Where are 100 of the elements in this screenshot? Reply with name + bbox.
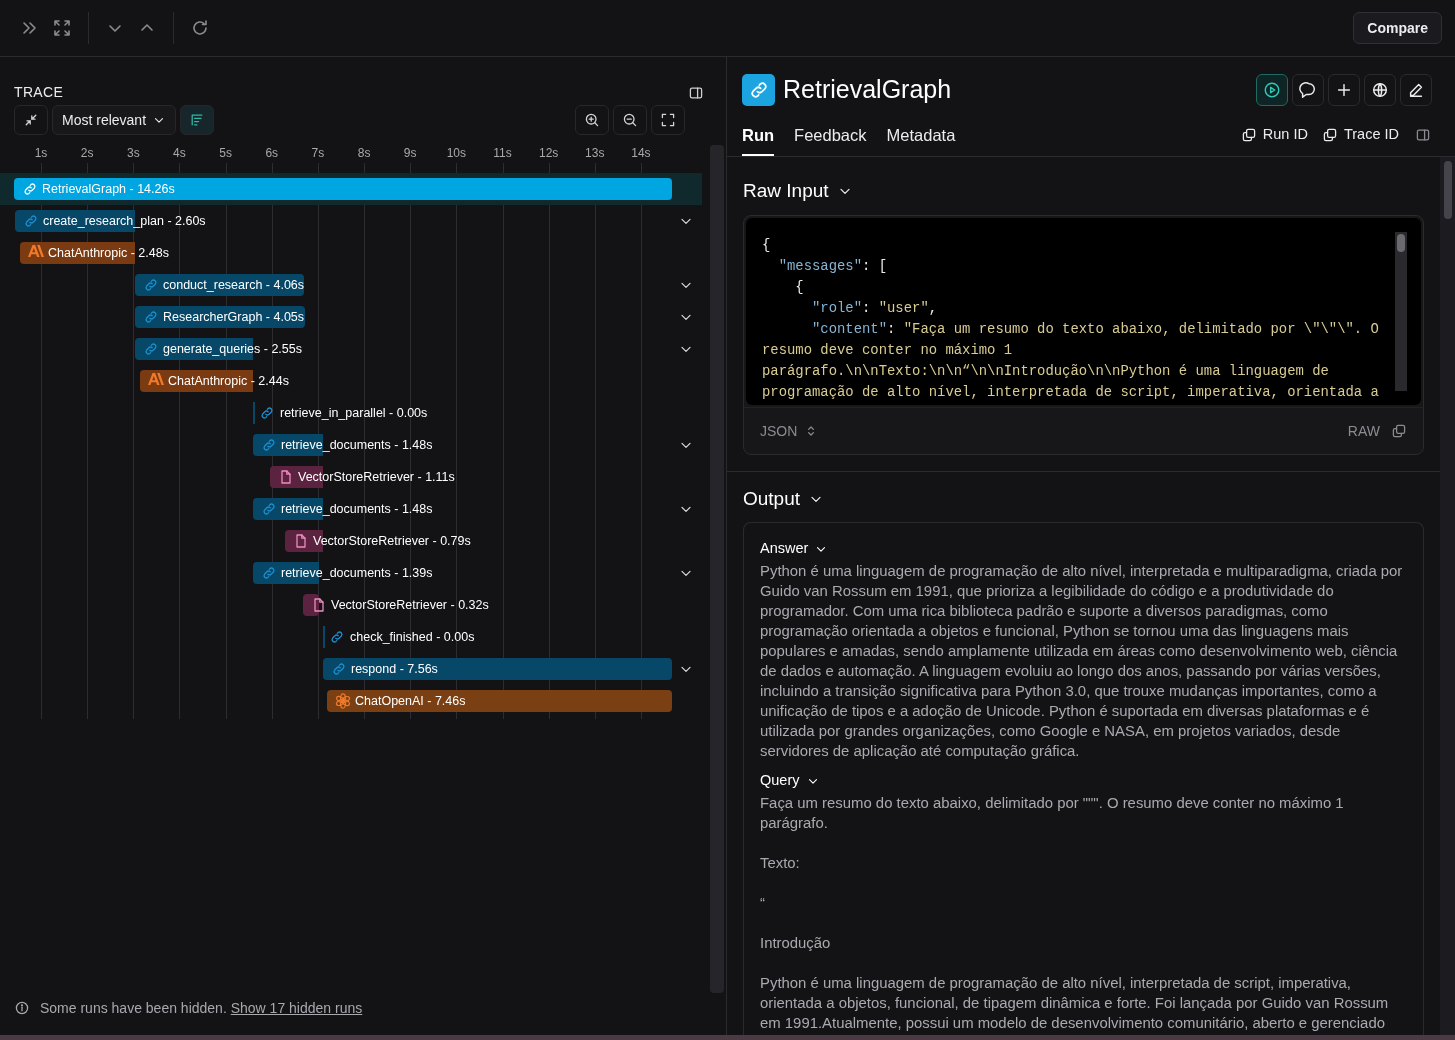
openai-logo-icon bbox=[335, 693, 351, 709]
span-label: check_finished - 0.00s bbox=[350, 629, 475, 646]
span-label: generate_queries - 2.55s bbox=[163, 338, 302, 360]
span-label: retrieve_documents - 1.48s bbox=[281, 498, 433, 520]
run-button[interactable] bbox=[1256, 73, 1288, 106]
time-tick-label: 7s bbox=[311, 145, 325, 162]
edit-button[interactable] bbox=[1400, 73, 1432, 106]
link-icon bbox=[143, 341, 159, 357]
link-icon bbox=[261, 501, 277, 517]
code-line: "role": "user", bbox=[811, 299, 939, 318]
info-icon bbox=[14, 1000, 30, 1016]
add-button[interactable] bbox=[1328, 73, 1360, 106]
section-heading: Raw Input bbox=[743, 178, 829, 203]
span-bar bbox=[253, 562, 281, 584]
time-tick-label: 9s bbox=[403, 145, 417, 162]
tab[interactable]: Metadata bbox=[886, 121, 956, 156]
span-label: retrieve_in_parallel - 0.00s bbox=[280, 405, 428, 422]
output-text: “ bbox=[760, 894, 766, 913]
time-tick-label: 4s bbox=[173, 145, 186, 162]
trace-row[interactable]: create_research_plan - 2.60s bbox=[0, 205, 702, 237]
document-icon bbox=[311, 597, 327, 613]
trace-row[interactable]: ChatAnthropic - 2.48s bbox=[0, 237, 702, 269]
scrollbar-thumb[interactable] bbox=[1397, 234, 1405, 252]
field-heading[interactable]: Answer bbox=[760, 537, 829, 561]
time-tick-label: 1s bbox=[34, 145, 48, 162]
field-heading[interactable]: Query bbox=[760, 769, 820, 793]
time-tick-label: 5s bbox=[219, 145, 232, 162]
format-selector[interactable]: JSON bbox=[760, 420, 820, 442]
time-tick-label: 6s bbox=[265, 145, 279, 162]
share-button[interactable] bbox=[1364, 73, 1396, 106]
span-label: VectorStoreRetriever - 1.11s bbox=[298, 466, 455, 488]
raw-toggle[interactable]: RAW bbox=[1347, 420, 1380, 442]
span-label: ChatOpenAI - 7.46s bbox=[355, 693, 466, 710]
span-label: respond - 7.56s bbox=[351, 661, 438, 678]
span-label: VectorStoreRetriever - 0.79s bbox=[313, 530, 471, 552]
span-label: create_research_plan - 2.60s bbox=[43, 210, 206, 232]
copy-id-button[interactable]: Trace ID bbox=[1321, 121, 1399, 156]
output-text: Introdução bbox=[760, 934, 832, 953]
trace-row[interactable]: respond - 7.56s bbox=[0, 653, 702, 685]
copy-button[interactable] bbox=[1391, 423, 1407, 439]
link-icon bbox=[23, 213, 39, 229]
output-text: Python é uma linguagem de programação de alto nível, interpretada de script, imperativa, orientada a objetos, funcional, de tipagem dinâmica e forte. Foi lançada por Guido van Rossum em 1991.Atualmente, possui um modelo de desenvolvimento comunitário, aberto e gerenciado bbox=[760, 974, 1390, 1033]
run-title: RetrievalGraph bbox=[783, 73, 952, 105]
output-text: Python é uma linguagem de programação de alto nível, interpretada e multiparadigma, criada por Guido van Rossum em 1991, que prioriza a legibilidade do código e a produtividade do programador. Com uma rica biblioteca padrão e suporte a diversos paradigmas, como programação orientada a objetos e funcional, Python se tornou uma das linguagens mais populares e amadas, sendo amplamente utilizada em áreas como desenvolvimento web, ciência de dados e automação. A linguagem evoluiu ao longo dos anos, passando por várias versões, incluindo a transição significativa para Python 3.0, que trouxe mudanças importantes, como a unificação de tipos e a adoção de Unicode. Python é suportada em diversas plataformas e é utilizada por grandes organizações, como Google e NASA, em projetos variados, desde servidores de aplicação até computação gráfica. bbox=[760, 562, 1404, 761]
trace-row[interactable]: check_finished - 0.00s bbox=[0, 621, 702, 653]
compare-button[interactable]: Compare bbox=[1353, 12, 1442, 44]
copy-id-button[interactable]: Run ID bbox=[1240, 121, 1308, 156]
span-bar bbox=[135, 306, 163, 328]
span-label: ResearcherGraph - 4.05s bbox=[163, 306, 306, 328]
time-tick-label: 3s bbox=[126, 145, 140, 162]
time-tick-label: 2s bbox=[80, 145, 94, 162]
span-label: retrieve_documents - 1.48s bbox=[281, 434, 433, 456]
trace-heading: TRACE bbox=[14, 83, 64, 102]
refresh-icon bbox=[190, 18, 210, 38]
fit-icon bbox=[660, 112, 676, 128]
scrollbar-thumb[interactable] bbox=[1443, 161, 1452, 219]
trace-row[interactable]: retrieve_documents - 1.48s bbox=[0, 493, 702, 525]
span-bar bbox=[253, 498, 281, 520]
document-icon bbox=[278, 469, 294, 485]
link-icon bbox=[261, 437, 277, 453]
zoom-out-button[interactable] bbox=[613, 105, 647, 135]
copy-icon bbox=[1240, 126, 1257, 143]
trace-row[interactable]: generate_queries - 2.55s bbox=[0, 333, 702, 365]
span-label: retrieve_documents - 1.39s bbox=[281, 562, 433, 584]
filter-button[interactable] bbox=[180, 105, 215, 135]
trace-row[interactable]: VectorStoreRetriever - 0.79s bbox=[0, 525, 702, 557]
tab[interactable]: Feedback bbox=[794, 121, 867, 156]
trace-row[interactable]: conduct_research - 4.06s bbox=[0, 269, 702, 301]
chat-icon bbox=[1299, 80, 1317, 99]
scrollbar[interactable] bbox=[1395, 232, 1407, 391]
zoom-in-icon bbox=[584, 112, 600, 128]
link-icon bbox=[22, 181, 38, 197]
fit-button[interactable] bbox=[651, 105, 685, 135]
zoom-out-icon bbox=[622, 112, 638, 128]
trace-row[interactable]: VectorStoreRetriever - 1.11s bbox=[0, 461, 702, 493]
trace-row[interactable]: ResearcherGraph - 4.05s bbox=[0, 301, 702, 333]
show-hidden-runs-link[interactable]: Show 17 hidden runs bbox=[230, 999, 363, 1016]
fullscreen-icon bbox=[52, 18, 72, 38]
span-bar bbox=[303, 594, 319, 616]
link-icon bbox=[261, 565, 277, 581]
output-text: Texto: bbox=[760, 854, 801, 873]
zoom-in-button[interactable] bbox=[575, 105, 609, 135]
trace-row[interactable]: ChatAnthropic - 2.44s bbox=[0, 365, 702, 397]
trace-row[interactable]: retrieve_documents - 1.39s bbox=[0, 557, 702, 589]
trace-row[interactable]: retrieve_documents - 1.48s bbox=[0, 429, 702, 461]
chat-button[interactable] bbox=[1292, 73, 1324, 106]
trace-row[interactable]: ChatOpenAI - 7.46s bbox=[0, 685, 702, 717]
tab[interactable]: Run bbox=[742, 121, 775, 156]
collapse-button[interactable] bbox=[14, 105, 48, 135]
span-label: ChatAnthropic - 2.44s bbox=[168, 370, 289, 392]
trace-row[interactable]: retrieve_in_parallel - 0.00s bbox=[0, 397, 702, 429]
span-bar bbox=[135, 274, 163, 296]
sort-dropdown[interactable]: Most relevant bbox=[52, 105, 177, 135]
scrollbar[interactable] bbox=[1440, 157, 1455, 1035]
code-line: "messages": [ bbox=[777, 257, 889, 276]
span-label: conduct_research - 4.06s bbox=[163, 274, 305, 296]
trace-row[interactable]: VectorStoreRetriever - 0.32s bbox=[0, 589, 702, 621]
hidden-runs-notice: Some runs have been hidden. Show 17 hidden runs bbox=[40, 998, 363, 1018]
output-text: Faça um resumo do texto abaixo, delimitado por """. O resumo deve conter no máximo 1 parágrafo. bbox=[760, 794, 1345, 833]
link-icon bbox=[331, 661, 347, 677]
